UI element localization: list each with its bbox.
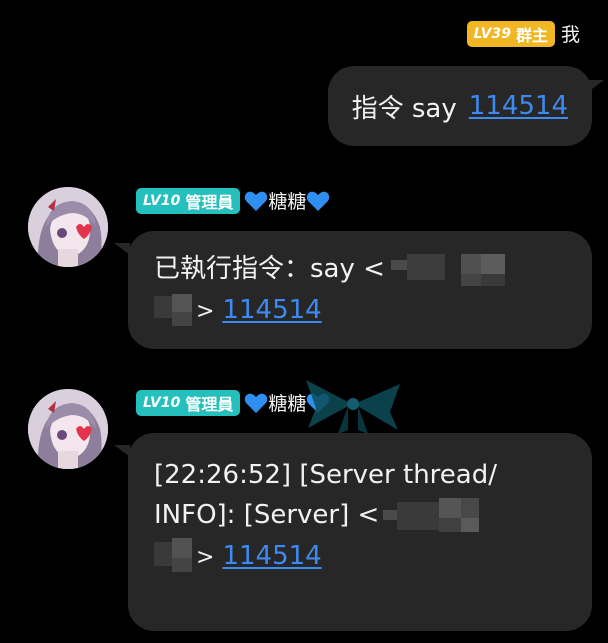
message-text: [22:26:52] [Server thread/ bbox=[154, 460, 497, 490]
self-sender-name[interactable]: 我 bbox=[561, 20, 580, 47]
admin-level-badge[interactable]: LV10 管理員 bbox=[136, 187, 241, 214]
blue-heart-icon bbox=[245, 191, 268, 211]
pixelated-redaction bbox=[154, 536, 192, 576]
owner-level-badge[interactable]: LV39 群主 bbox=[466, 20, 555, 47]
message-line: INFO]: [Server] < bbox=[154, 495, 566, 536]
pixelated-redaction bbox=[385, 250, 515, 290]
message-line: >114514 bbox=[154, 536, 566, 578]
message-bubble[interactable]: 已執行指令：say < >114514 bbox=[128, 231, 592, 349]
sender-name-text: 糖糖 bbox=[268, 191, 307, 213]
message-line: 已執行指令：say < bbox=[154, 249, 566, 290]
avatar[interactable] bbox=[28, 389, 108, 469]
admin-level-badge[interactable]: LV10 管理員 bbox=[136, 389, 241, 416]
avatar[interactable] bbox=[28, 187, 108, 267]
badge-title: 管理員 bbox=[185, 394, 234, 414]
number-link[interactable]: 114514 bbox=[222, 295, 321, 325]
pixelated-redaction bbox=[154, 290, 192, 330]
badge-level: LV10 bbox=[143, 394, 181, 411]
badge-level: LV39 bbox=[473, 25, 511, 42]
bubble-tail bbox=[114, 243, 130, 255]
avatar-image bbox=[28, 389, 108, 469]
message-text: > bbox=[196, 544, 215, 570]
message-bubble[interactable]: [22:26:52] [Server thread/ INFO]: [Serve… bbox=[128, 433, 592, 631]
message-text: > bbox=[196, 298, 215, 324]
blue-heart-icon bbox=[307, 191, 330, 211]
badge-title: 管理員 bbox=[185, 192, 234, 212]
self-message-bubble[interactable]: 指令 say 114514 bbox=[327, 66, 592, 146]
blue-heart-icon bbox=[245, 393, 268, 413]
bubble-tail bbox=[588, 80, 604, 92]
badge-level: LV10 bbox=[143, 192, 181, 209]
message-text: 已執行指令：say < bbox=[154, 254, 385, 284]
sender-name[interactable]: 糖糖 bbox=[244, 187, 330, 214]
badge-title: 群主 bbox=[515, 25, 548, 45]
number-link[interactable]: 114514 bbox=[469, 91, 568, 121]
number-link[interactable]: 114514 bbox=[222, 541, 321, 571]
message-line: >114514 bbox=[154, 290, 566, 332]
teal-bow-icon bbox=[306, 380, 400, 434]
message-header: LV10 管理員 糖糖 bbox=[136, 187, 330, 214]
avatar-image bbox=[28, 187, 108, 267]
bubble-tail bbox=[114, 445, 130, 457]
sender-name-text: 糖糖 bbox=[268, 393, 307, 415]
message-line: [22:26:52] [Server thread/ bbox=[154, 455, 566, 495]
message-text: 指令 say bbox=[351, 93, 457, 124]
message-text: INFO]: [Server] < bbox=[154, 500, 380, 530]
self-message-header: LV39 群主 我 bbox=[466, 20, 580, 47]
pixelated-redaction bbox=[379, 496, 509, 536]
